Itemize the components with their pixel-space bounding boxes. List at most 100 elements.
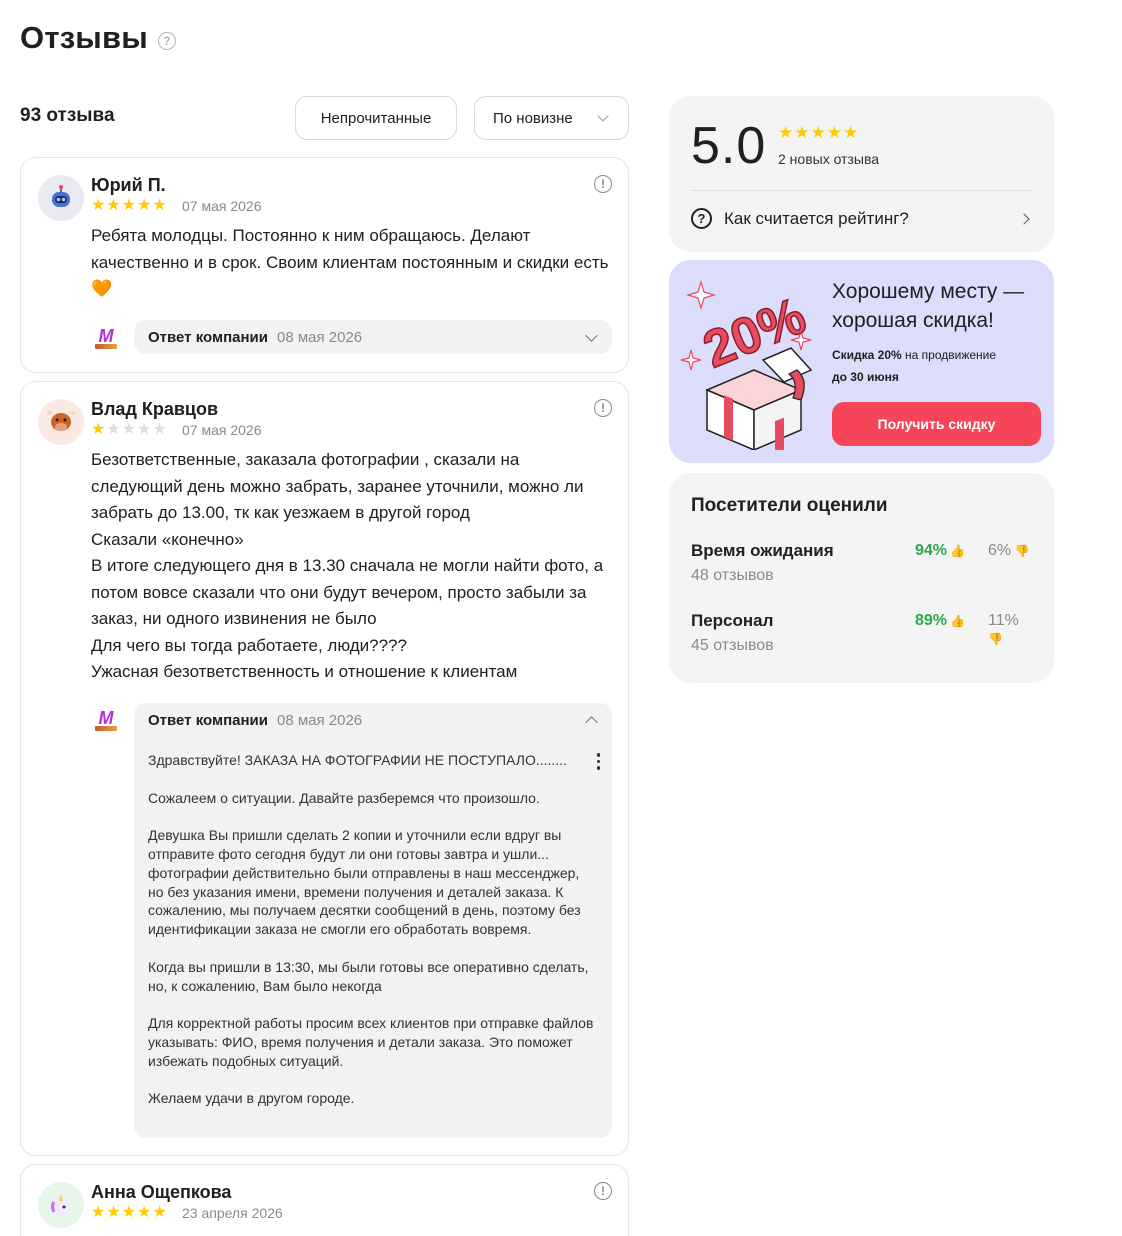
review-author[interactable]: Анна Ощепкова bbox=[91, 1182, 231, 1203]
aspect-positive: 89% 👍 bbox=[915, 612, 965, 630]
star-icon: ★ bbox=[91, 421, 106, 438]
thumb-up-icon: 👍 bbox=[947, 614, 966, 628]
star-icon: ★ bbox=[152, 197, 167, 214]
star-icon: ★ bbox=[106, 1204, 121, 1221]
review-date: 23 апреля 2026 bbox=[182, 1205, 283, 1221]
divider bbox=[691, 190, 1032, 191]
star-icon: ★ bbox=[778, 123, 794, 142]
visitors-rated-card: Посетители оценили Время ожидания 48 отз… bbox=[669, 473, 1054, 683]
star-empty-icon: ★ bbox=[137, 421, 152, 438]
review-stars: ★ ★ ★ ★ ★ bbox=[91, 198, 167, 214]
star-icon: ★ bbox=[91, 197, 106, 214]
star-icon: ★ bbox=[810, 123, 826, 142]
star-icon: ★ bbox=[843, 123, 859, 142]
answer-label: Ответ компании bbox=[148, 328, 268, 346]
star-icon: ★ bbox=[91, 1204, 106, 1221]
how-rating-link[interactable]: ? Как считается рейтинг? bbox=[691, 208, 1032, 229]
aspect-row[interactable]: Персонал 45 отзывов 89% 👍 11% 👎 bbox=[691, 611, 1032, 661]
answer-date: 08 мая 2026 bbox=[276, 711, 363, 729]
complain-icon[interactable]: ! bbox=[594, 1182, 612, 1200]
complain-icon[interactable]: ! bbox=[594, 399, 612, 417]
help-icon[interactable]: ? bbox=[157, 32, 176, 50]
review-stars: ★ ★ ★ ★ ★ bbox=[91, 1205, 167, 1221]
answer-paragraph: Девушка Вы пришли сделать 2 копии и уточ… bbox=[148, 827, 581, 938]
positive-percent: 89% bbox=[915, 612, 948, 629]
rating-card: 5.0 ★ ★ ★ ★ ★ 2 новых отзыва ? Как считается… bbox=[669, 96, 1054, 252]
complain-icon[interactable]: ! bbox=[594, 175, 612, 193]
company-answer-body: Здравствуйте! ЗАКАЗА НА ФОТОГРАФИИ НЕ ПО… bbox=[134, 737, 612, 1138]
aspect-count: 48 отзывов bbox=[691, 567, 774, 584]
how-rating-label: Как считается рейтинг? bbox=[724, 208, 909, 228]
thumb-down-icon: 👎 bbox=[1011, 544, 1030, 558]
review-text: Ребята молодцы. Постоянно к ним обращаюс… bbox=[91, 226, 609, 298]
company-answer-toggle[interactable]: Ответ компании 08 мая 2026 bbox=[134, 320, 612, 354]
new-reviews-count: 2 новых отзыва bbox=[778, 151, 880, 167]
star-empty-icon: ★ bbox=[121, 421, 137, 438]
aspect-count: 45 отзывов bbox=[691, 637, 774, 654]
sort-select[interactable]: По новизне bbox=[474, 96, 629, 140]
aspect-row[interactable]: Время ожидания 48 отзывов 94% 👍 6% 👎 bbox=[691, 541, 1032, 591]
star-empty-icon: ★ bbox=[106, 421, 121, 438]
promo-card: 20% Хорошему месту — хорошая скидка! Ски… bbox=[669, 260, 1054, 463]
review-card: Юрий П. ★ ★ ★ ★ ★ 07 мая 2026 ! Ребята молод… bbox=[20, 157, 629, 373]
aspect-negative: 11% 👎 bbox=[988, 612, 1032, 648]
unicorn-icon bbox=[38, 1182, 84, 1228]
chevron-down-icon bbox=[585, 329, 598, 342]
promo-title: Хорошему месту — хорошая скидка! bbox=[832, 280, 1025, 332]
negative-percent: 6% bbox=[988, 542, 1012, 559]
gift-box-illustration: 20% bbox=[680, 279, 814, 450]
review-author[interactable]: Юрий П. bbox=[91, 175, 166, 196]
promo-subtitle: Скидка 20% на продвижение до 30 июня bbox=[832, 344, 996, 388]
star-icon: ★ bbox=[137, 197, 152, 214]
star-icon: ★ bbox=[121, 197, 137, 214]
bull-icon bbox=[38, 399, 84, 445]
company-answer-toggle[interactable]: Ответ компании 08 мая 2026 bbox=[134, 703, 612, 737]
more-options-icon[interactable] bbox=[596, 753, 600, 770]
question-icon: ? bbox=[691, 208, 712, 229]
promo-discount-rest: на продвижение bbox=[901, 348, 997, 362]
promo-until: до 30 июня bbox=[832, 370, 899, 384]
answer-paragraph: Для корректной работы просим всех клиент… bbox=[148, 1015, 594, 1069]
answer-date: 08 мая 2026 bbox=[276, 328, 363, 346]
rating-stars: ★ ★ ★ ★ ★ bbox=[778, 123, 858, 143]
get-discount-button[interactable]: Получить скидку bbox=[832, 402, 1041, 446]
answer-paragraph: Сожалеем о ситуации. Давайте разберемся … bbox=[148, 789, 540, 806]
star-icon: ★ bbox=[794, 123, 810, 142]
negative-percent: 11% bbox=[988, 612, 1019, 629]
aspect-positive: 94% 👍 bbox=[915, 542, 965, 560]
reviews-count: 93 отзыва bbox=[20, 105, 115, 126]
star-icon: ★ bbox=[137, 1204, 152, 1221]
aspect-name: Персонал bbox=[691, 611, 774, 630]
chevron-down-icon bbox=[597, 110, 609, 122]
review-author[interactable]: Влад Кравцов bbox=[91, 399, 218, 420]
company-logo: M bbox=[90, 322, 122, 354]
company-logo: M bbox=[90, 704, 122, 736]
star-icon: ★ bbox=[121, 1204, 137, 1221]
answer-paragraph: Когда вы пришли в 13:30, мы были готовы … bbox=[148, 958, 589, 994]
answer-paragraph: Здравствуйте! ЗАКАЗА НА ФОТОГРАФИИ НЕ ПО… bbox=[148, 752, 567, 768]
answer-label: Ответ компании bbox=[148, 711, 268, 729]
star-empty-icon: ★ bbox=[152, 421, 167, 438]
promo-discount: Скидка 20% bbox=[832, 348, 902, 362]
unread-filter-button[interactable]: Непрочитанные bbox=[295, 96, 457, 140]
thumb-up-icon: 👍 bbox=[947, 544, 966, 558]
chevron-right-icon bbox=[1018, 213, 1030, 225]
robot-icon bbox=[38, 175, 84, 221]
aspect-name: Время ожидания bbox=[691, 541, 834, 560]
star-icon: ★ bbox=[106, 197, 121, 214]
star-icon: ★ bbox=[152, 1204, 167, 1221]
sort-label: По новизне bbox=[493, 109, 573, 127]
review-stars: ★ ★ ★ ★ ★ bbox=[91, 422, 167, 438]
review-card: Влад Кравцов ★ ★ ★ ★ ★ 07 мая 2026 ! Безотве… bbox=[20, 381, 629, 1156]
visitors-title: Посетители оценили bbox=[691, 495, 888, 516]
aspect-negative: 6% 👎 bbox=[988, 542, 1029, 560]
page-title-text: Отзывы bbox=[20, 20, 148, 55]
review-card: Анна Ощепкова ★ ★ ★ ★ ★ 23 апреля 2026 ! bbox=[20, 1164, 629, 1236]
positive-percent: 94% bbox=[915, 542, 948, 559]
chevron-up-icon bbox=[585, 716, 598, 729]
thumb-down-icon: 👎 bbox=[988, 632, 1003, 646]
review-text: Безответственные, заказала фотографии , … bbox=[91, 450, 604, 681]
review-date: 07 мая 2026 bbox=[182, 422, 262, 438]
star-icon: ★ bbox=[826, 123, 842, 142]
page-title: Отзывы ? bbox=[20, 20, 176, 56]
